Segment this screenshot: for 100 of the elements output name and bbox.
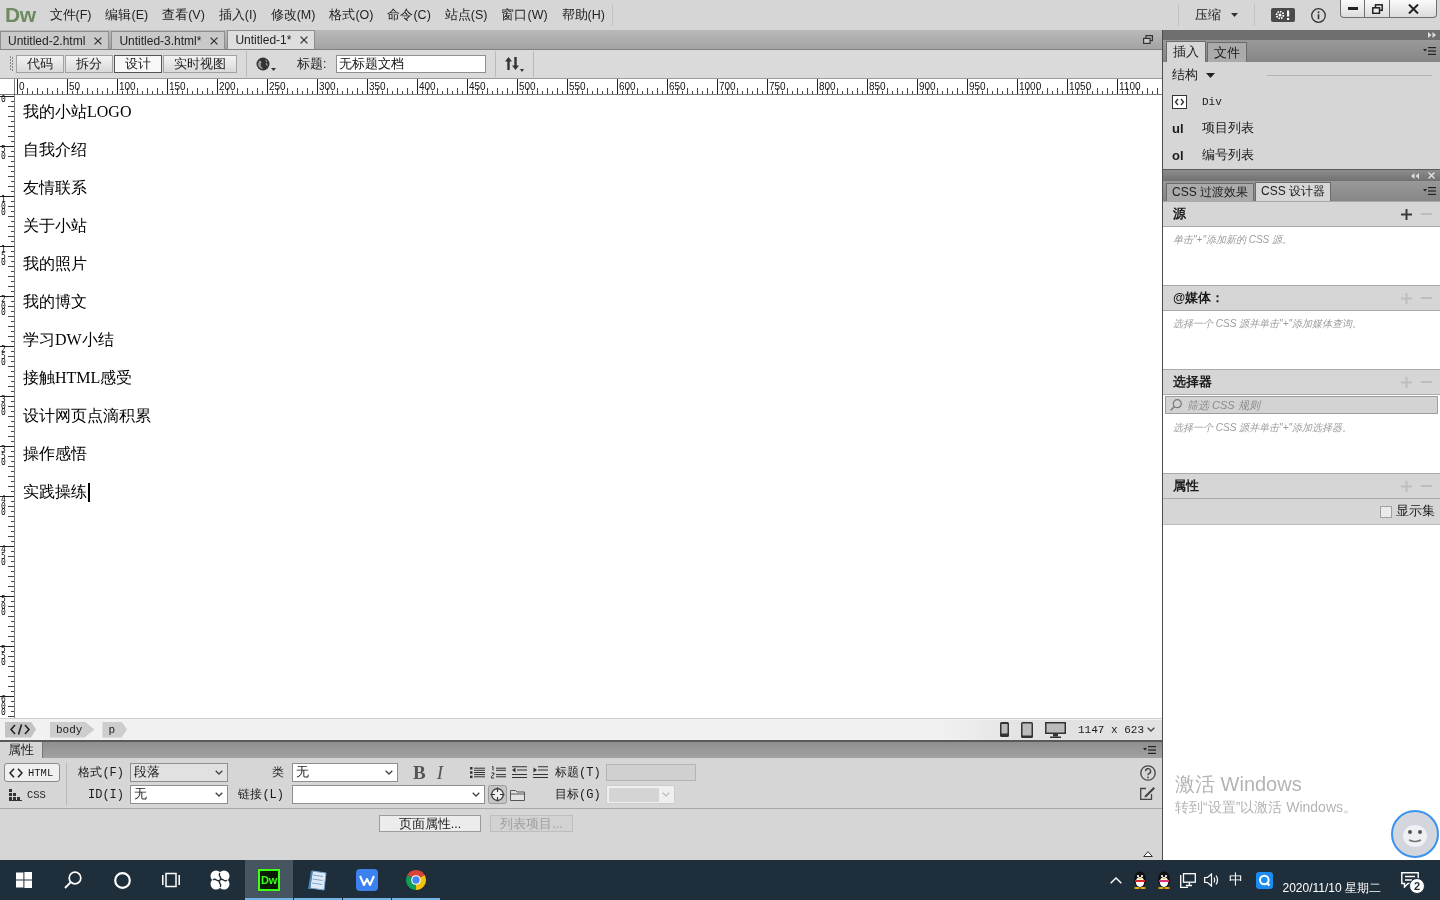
windows-logo-icon[interactable] xyxy=(16,872,32,888)
panel-menu-icon[interactable] xyxy=(1143,746,1156,754)
panel-menu-icon[interactable] xyxy=(1423,187,1436,195)
insert-item[interactable]: Div xyxy=(1172,88,1432,115)
caret-icon[interactable] xyxy=(1231,13,1238,17)
double-chevron-icon[interactable] xyxy=(1428,32,1436,38)
app-tile-icon[interactable] xyxy=(356,869,378,891)
menu-item[interactable]: 帮助(H) xyxy=(554,6,612,24)
workspace-switcher[interactable]: 压缩 xyxy=(1189,4,1244,26)
target-icon[interactable] xyxy=(488,785,507,804)
caret-icon[interactable] xyxy=(215,792,223,797)
restore-button[interactable] xyxy=(1365,0,1390,18)
close-icon[interactable] xyxy=(300,36,309,44)
tag-selector-button[interactable] xyxy=(5,721,36,738)
notebook-icon[interactable] xyxy=(307,869,329,891)
insert-item[interactable]: ol 编号列表 xyxy=(1172,142,1432,169)
phone-icon[interactable] xyxy=(1000,722,1009,737)
menu-item[interactable]: 修改(M) xyxy=(263,6,323,24)
caret-icon[interactable] xyxy=(1147,727,1155,732)
class-select[interactable]: 无 xyxy=(292,763,398,782)
circle-logo-icon[interactable] xyxy=(405,869,427,891)
notification-icon[interactable] xyxy=(1401,872,1419,888)
help-icon[interactable] xyxy=(1140,765,1156,781)
plus-icon[interactable] xyxy=(1401,208,1412,220)
panel-menu-icon[interactable] xyxy=(1423,47,1436,55)
link-field[interactable] xyxy=(292,785,485,804)
menu-item[interactable]: 插入(I) xyxy=(211,6,264,24)
close-icon[interactable] xyxy=(94,36,103,45)
insert-item[interactable]: ul 项目列表 xyxy=(1172,115,1432,142)
grip-icon[interactable] xyxy=(10,56,13,72)
menu-item[interactable]: 查看(V) xyxy=(155,6,212,24)
info-icon[interactable] xyxy=(1311,7,1326,23)
format-select[interactable]: 段落 xyxy=(130,763,228,782)
checkbox[interactable] xyxy=(1380,505,1392,518)
caret-icon[interactable] xyxy=(472,792,480,797)
caret-icon[interactable] xyxy=(215,770,223,775)
circle-icon[interactable] xyxy=(113,871,131,889)
menu-item[interactable]: 窗口(W) xyxy=(494,6,555,24)
monitor-icon[interactable] xyxy=(1045,721,1066,738)
tag-breadcrumb[interactable]: p xyxy=(102,721,127,738)
up-down-arrows-icon[interactable] xyxy=(505,56,525,72)
mode-button[interactable]: HTML xyxy=(4,763,60,782)
close-button[interactable] xyxy=(1390,0,1437,18)
mode-button[interactable]: CSS xyxy=(4,785,60,804)
indent-icon[interactable] xyxy=(533,766,548,779)
document-tab[interactable]: Untitled-1* xyxy=(227,30,316,49)
close-icon[interactable] xyxy=(210,36,219,45)
view-button[interactable]: 实时视图 xyxy=(163,55,237,73)
view-button[interactable]: 拆分 xyxy=(65,55,113,73)
view-button[interactable]: 代码 xyxy=(16,55,64,73)
menu-item[interactable]: 站点(S) xyxy=(437,6,495,24)
filter-field[interactable]: 筛选 CSS 规则 xyxy=(1165,396,1438,414)
tablet-icon[interactable] xyxy=(1021,721,1033,738)
edit-icon[interactable] xyxy=(1140,785,1156,800)
search-icon[interactable] xyxy=(64,871,82,889)
gear-alert-icon[interactable] xyxy=(1271,8,1295,22)
text-style-button[interactable]: B xyxy=(413,763,425,782)
app-icon[interactable]: Dw xyxy=(258,869,280,891)
chevron-up-icon[interactable] xyxy=(1110,876,1123,884)
restore-icon[interactable] xyxy=(1143,35,1153,44)
text-style-button[interactable]: I xyxy=(435,763,445,782)
menu-item[interactable]: 编辑(E) xyxy=(98,6,156,24)
caret-icon[interactable] xyxy=(385,770,393,775)
penguin-icon[interactable] xyxy=(1157,871,1172,889)
tag-breadcrumb[interactable]: body xyxy=(50,721,95,738)
q-icon[interactable] xyxy=(1256,871,1273,889)
taskbar-button[interactable]: Dw xyxy=(245,860,293,900)
numbered-list-icon[interactable] xyxy=(491,766,506,779)
document-tab[interactable]: Untitled-3.html* xyxy=(111,31,226,49)
task-view-icon[interactable] xyxy=(162,872,180,888)
caret-icon[interactable] xyxy=(1206,72,1215,78)
panel-tab[interactable]: CSS 设计器 xyxy=(1255,182,1332,201)
title-field[interactable]: 无标题文档 xyxy=(336,55,487,73)
category-dropdown[interactable]: 结构 xyxy=(1172,66,1215,84)
document-tab[interactable]: Untitled-2.html xyxy=(0,31,110,49)
floating-ball-icon[interactable] xyxy=(1391,810,1439,858)
triangle-up-icon[interactable] xyxy=(1143,851,1153,857)
panel-tab[interactable]: 属性 xyxy=(0,742,43,758)
volume-icon[interactable] xyxy=(1204,873,1221,887)
penguin-icon[interactable] xyxy=(1133,871,1148,889)
globe-icon[interactable] xyxy=(256,56,276,72)
panel-tab[interactable]: 插入 xyxy=(1166,41,1206,62)
minimize-button[interactable] xyxy=(1340,0,1365,18)
dialog-button[interactable]: 页面属性... xyxy=(379,815,481,832)
folder-icon[interactable] xyxy=(510,788,525,801)
menu-item[interactable]: 文件(F) xyxy=(42,6,99,24)
id-select[interactable]: 无 xyxy=(130,785,228,804)
date-text[interactable]: 2020/11/10 星期二 xyxy=(1282,880,1381,897)
view-button[interactable]: 设计 xyxy=(114,55,162,73)
double-chevron-icon[interactable] xyxy=(1411,172,1419,179)
bullet-list-icon[interactable] xyxy=(470,766,485,779)
outdent-icon[interactable] xyxy=(512,766,527,779)
network-icon[interactable] xyxy=(1180,872,1197,888)
panel-tab[interactable]: 文件 xyxy=(1207,42,1247,62)
design-canvas[interactable]: 我的小站LOGO 自我介绍 友情联系 关于小站 我的照片 我的博文 学习DW小结 接触HTML感受 设计网页点滴积累 操作感悟 实践操练 xyxy=(15,95,1162,718)
menu-item[interactable]: 格式(O) xyxy=(322,6,381,24)
pinwheel-icon[interactable] xyxy=(209,869,231,891)
ime-indicator[interactable]: 中 xyxy=(1229,871,1244,889)
panel-tab[interactable]: CSS 过渡效果 xyxy=(1166,183,1254,201)
menu-item[interactable]: 命令(C) xyxy=(380,6,438,24)
